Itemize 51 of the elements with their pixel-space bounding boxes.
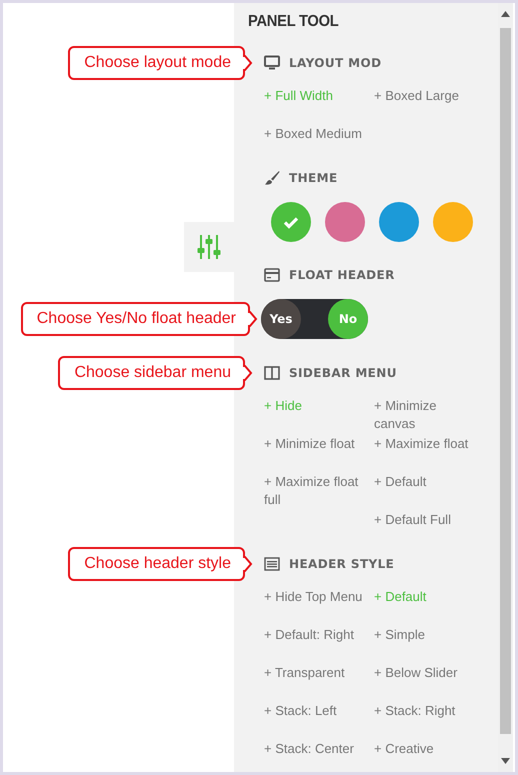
list-icon <box>264 556 280 572</box>
pointer-icon <box>243 55 253 71</box>
color-swatch[interactable] <box>433 202 473 242</box>
toggle-option[interactable]: Yes <box>261 299 301 339</box>
option-link[interactable]: + Simple <box>374 626 425 644</box>
pointer-icon <box>248 311 258 327</box>
option-link[interactable]: + Minimize float <box>264 435 355 453</box>
option-link[interactable]: + Default: Right <box>264 626 354 644</box>
option-link[interactable]: + Hide <box>264 397 302 415</box>
toggle-option[interactable]: No <box>328 299 368 339</box>
panel-title: PANEL TOOL <box>248 12 338 32</box>
option-link[interactable]: + Maximize float <box>374 435 468 453</box>
option-link[interactable]: + Creative <box>374 740 434 758</box>
option-link[interactable]: + Full Width <box>264 87 333 105</box>
option-link[interactable]: + Below Slider <box>374 664 458 682</box>
callout-text: Choose sidebar menu <box>74 364 231 381</box>
scroll-down-icon[interactable] <box>501 758 510 764</box>
monitor-icon <box>264 55 280 71</box>
callout-text: Choose Yes/No float header <box>36 310 236 327</box>
scrollbar[interactable] <box>498 3 513 772</box>
option-link[interactable]: + Minimize canvas <box>374 397 478 433</box>
section-title: SIDEBAR MENU <box>289 366 397 380</box>
option-link[interactable]: + Transparent <box>264 664 345 682</box>
brush-icon <box>264 170 280 186</box>
section-title: HEADER STYLE <box>289 557 394 571</box>
section-title: FLOAT HEADER <box>289 268 395 282</box>
pointer-icon <box>243 365 253 381</box>
option-link[interactable]: + Boxed Large <box>374 87 459 105</box>
pointer-icon <box>243 556 253 572</box>
section-title: LAYOUT MOD <box>289 56 382 70</box>
color-swatch[interactable] <box>271 202 311 242</box>
option-link[interactable]: + Default <box>374 473 426 491</box>
section-title: THEME <box>289 171 338 185</box>
columns-icon <box>264 365 280 381</box>
toggle-switch[interactable]: Yes No <box>261 299 368 339</box>
scroll-up-icon[interactable] <box>501 11 510 17</box>
option-link[interactable]: + Default <box>374 588 426 606</box>
option-link[interactable]: + Stack: Center <box>264 740 354 758</box>
option-link[interactable]: + Maximize float full <box>264 473 368 509</box>
color-swatch[interactable] <box>379 202 419 242</box>
callout-text: Choose header style <box>84 555 231 572</box>
option-link[interactable]: + Stack: Left <box>264 702 337 720</box>
card-icon <box>264 267 280 283</box>
color-swatch[interactable] <box>325 202 365 242</box>
option-link[interactable]: + Boxed Medium <box>264 125 362 143</box>
option-link[interactable]: + Default Full <box>374 511 451 529</box>
sliders-icon <box>197 234 221 260</box>
option-link[interactable]: + Hide Top Menu <box>264 588 362 606</box>
option-link[interactable]: + Stack: Right <box>374 702 456 720</box>
callout-text: Choose layout mode <box>84 54 231 71</box>
settings-tab[interactable] <box>184 222 234 272</box>
